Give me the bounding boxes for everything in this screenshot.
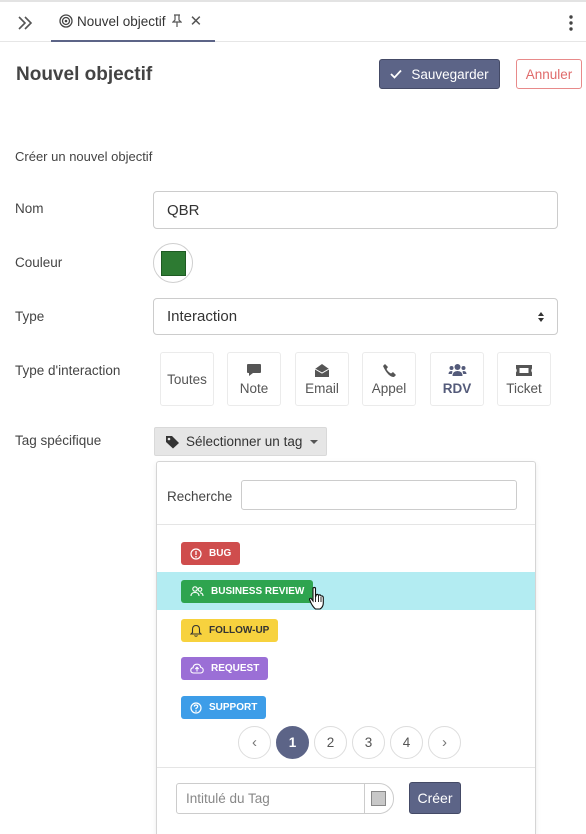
kebab-menu-icon[interactable] — [568, 14, 574, 32]
tag-option-bug[interactable]: BUG — [157, 534, 535, 572]
pagination-page-1[interactable]: 1 — [276, 726, 309, 759]
divider — [157, 767, 535, 768]
tag-label-request: REQUEST — [211, 663, 260, 674]
page-title: Nouvel objectif — [16, 64, 153, 85]
color-swatch — [161, 251, 186, 276]
double-chevron-right-icon[interactable] — [14, 12, 36, 34]
pagination-page-4[interactable]: 4 — [390, 726, 423, 759]
tag-option-follow-up[interactable]: FOLLOW-UP — [157, 611, 535, 649]
interaction-type-rdv[interactable]: RDV — [430, 352, 484, 406]
pin-icon[interactable] — [171, 14, 182, 28]
type-label: Type — [15, 309, 45, 324]
users-icon — [190, 586, 204, 597]
interaction-type-label-rdv: RDV — [442, 381, 472, 396]
envelope-open-icon — [314, 363, 330, 377]
tag-label: Tag spécifique — [15, 433, 102, 448]
tag-option-business-review[interactable]: BUSINESS REVIEW — [157, 572, 535, 610]
tag-option-request[interactable]: REQUEST — [157, 649, 535, 687]
pagination-prev[interactable]: ‹ — [238, 726, 271, 759]
pagination-page-3[interactable]: 3 — [352, 726, 385, 759]
tab-bar: Nouvel objectif ✕ — [0, 0, 586, 42]
form-subtitle: Créer un nouvel objectif — [15, 149, 153, 164]
interaction-type-label-email: Email — [305, 381, 339, 396]
bell-icon — [190, 624, 202, 637]
select-tag-label: Sélectionner un tag — [186, 434, 303, 449]
tag-label-support: SUPPORT — [209, 702, 258, 713]
tag-option-support[interactable]: SUPPORT — [157, 688, 535, 726]
tag-dropdown: Recherche BUG BUSINESS REVIEW FOLLOW-UP — [156, 461, 536, 834]
new-tag-name-input[interactable]: Intitulé du Tag — [176, 783, 365, 814]
tab-nouvel-objectif[interactable]: Nouvel objectif ✕ — [51, 2, 215, 42]
name-input[interactable]: QBR — [153, 191, 558, 229]
divider — [157, 524, 535, 525]
interaction-type-label-toutes: Toutes — [167, 371, 207, 387]
tag-badge-bug: BUG — [181, 542, 241, 565]
tag-search-input[interactable] — [241, 480, 517, 510]
cloud-upload-icon — [190, 663, 204, 674]
type-select-value: Interaction — [167, 308, 238, 325]
tag-label-business-review: BUSINESS REVIEW — [211, 586, 305, 597]
caret-down-icon — [310, 439, 319, 444]
new-tag-color-swatch — [371, 791, 386, 806]
interaction-type-appel[interactable]: Appel — [362, 352, 416, 406]
type-select[interactable]: Interaction — [153, 298, 558, 335]
tag-search-label: Recherche — [167, 489, 233, 504]
pagination: ‹ 1 2 3 4 › — [238, 726, 461, 759]
tag-label-bug: BUG — [209, 548, 232, 559]
tag-badge-follow-up: FOLLOW-UP — [181, 619, 279, 642]
tag-badge-business-review: BUSINESS REVIEW — [181, 580, 314, 603]
tag-icon — [166, 435, 179, 448]
interaction-type-note[interactable]: Note — [227, 352, 281, 406]
cancel-button[interactable]: Annuler — [516, 59, 582, 89]
interaction-type-label-appel: Appel — [371, 381, 407, 396]
users-icon — [448, 364, 466, 376]
tab-label: Nouvel objectif — [77, 13, 166, 29]
pagination-page-2[interactable]: 2 — [314, 726, 347, 759]
pagination-next[interactable]: › — [428, 726, 461, 759]
hand-pointer-cursor-icon — [308, 586, 324, 610]
save-label: Sauvegarder — [411, 66, 489, 82]
save-button[interactable]: Sauvegarder — [379, 59, 500, 89]
interaction-type-label: Type d'interaction — [15, 363, 121, 378]
color-label: Couleur — [15, 255, 63, 270]
tag-badge-request: REQUEST — [181, 657, 269, 680]
interaction-type-email[interactable]: Email — [295, 352, 349, 406]
close-tab-icon[interactable]: ✕ — [190, 14, 203, 29]
new-tag-color-picker[interactable] — [364, 783, 394, 814]
check-icon — [390, 69, 403, 79]
select-tag-button[interactable]: Sélectionner un tag — [154, 427, 327, 456]
color-picker[interactable] — [153, 243, 193, 283]
interaction-type-label-note: Note — [239, 381, 269, 396]
phone-icon — [382, 363, 396, 377]
target-icon — [59, 14, 73, 28]
tag-badge-support: SUPPORT — [181, 696, 267, 719]
interaction-type-ticket[interactable]: Ticket — [497, 352, 551, 406]
create-tag-button[interactable]: Créer — [409, 782, 461, 814]
interaction-type-label-ticket: Ticket — [506, 381, 542, 396]
ticket-icon — [516, 364, 532, 376]
interaction-type-toutes[interactable]: Toutes — [160, 352, 214, 406]
exclamation-circle-icon — [190, 547, 202, 560]
question-circle-icon — [190, 701, 202, 714]
sort-arrows-icon — [538, 312, 544, 322]
name-label: Nom — [15, 201, 44, 216]
comment-icon — [247, 363, 261, 376]
tag-label-follow-up: FOLLOW-UP — [209, 625, 270, 636]
